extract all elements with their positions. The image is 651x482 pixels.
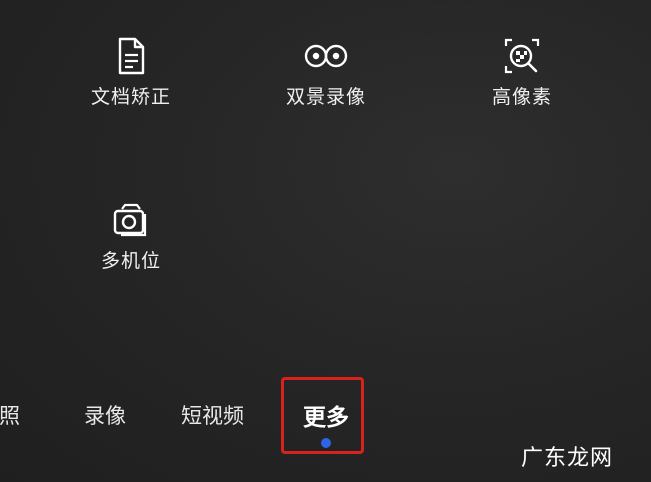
dual-lens-icon [304,44,348,68]
high-resolution-icon [504,38,540,74]
tab-photo[interactable]: 拍照 [0,400,20,430]
multi-camera-icon [113,203,147,237]
mode-document-correction[interactable]: 文档矫正 [56,36,206,109]
mode-multi-camera[interactable]: 多机位 [56,200,206,273]
tab-record[interactable]: 录像 [84,400,126,430]
mode-label: 高像素 [491,86,552,108]
mode-label: 文档矫正 [90,86,171,108]
tab-short-video[interactable]: 短视频 [181,400,244,430]
mode-label: 多机位 [100,250,161,272]
mode-high-resolution[interactable]: 高像素 [447,36,597,109]
mode-dual-view-recording[interactable]: 双景录像 [251,36,401,109]
active-tab-indicator [321,438,331,448]
mode-label: 双景录像 [285,86,366,108]
watermark: 广东龙网 [520,446,613,471]
document-icon [118,37,145,75]
